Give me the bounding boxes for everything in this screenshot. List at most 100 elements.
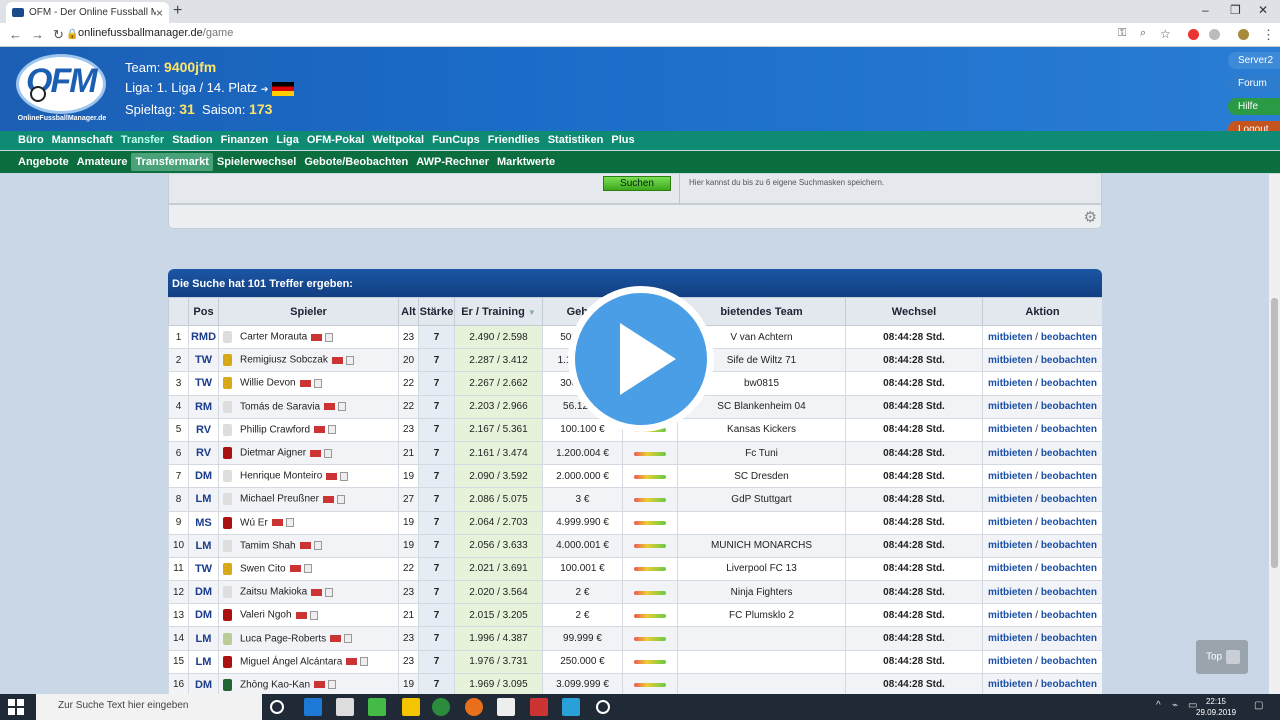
profile-avatar[interactable] bbox=[1238, 29, 1249, 40]
submenu-transfermarkt[interactable]: Transfermarkt bbox=[131, 153, 213, 171]
watch-link[interactable]: beobachten bbox=[1041, 517, 1097, 528]
browser-tab[interactable]: OFM - Der Online Fussball Mana... × bbox=[6, 2, 169, 23]
bid-link[interactable]: mitbieten bbox=[988, 378, 1032, 389]
watch-link[interactable]: beobachten bbox=[1041, 587, 1097, 598]
bidding-team[interactable]: Ninja Fighters bbox=[677, 580, 846, 605]
player-cell[interactable]: Phillip Crawford bbox=[218, 417, 399, 442]
menu-mannschaft[interactable]: Mannschaft bbox=[48, 131, 117, 150]
bidding-team[interactable]: Liverpool FC 13 bbox=[677, 556, 846, 582]
video-play-button[interactable] bbox=[568, 286, 714, 432]
menu-funcups[interactable]: FunCups bbox=[428, 131, 484, 150]
watch-link[interactable]: beobachten bbox=[1041, 679, 1097, 690]
gear-icon[interactable]: ⚙ bbox=[1084, 208, 1097, 226]
bidding-team[interactable] bbox=[677, 626, 846, 651]
col-er-training[interactable]: Er / Training ▼ bbox=[454, 297, 543, 326]
bid-link[interactable]: mitbieten bbox=[988, 610, 1032, 621]
edge-icon[interactable] bbox=[304, 698, 322, 716]
player-name[interactable]: Zhōng Kao-Kan bbox=[240, 680, 310, 691]
bid-link[interactable]: mitbieten bbox=[988, 656, 1032, 667]
menu-transfer[interactable]: Transfer bbox=[117, 131, 168, 150]
col-spieler[interactable]: Spieler bbox=[218, 297, 399, 326]
close-window-icon[interactable]: ✕ bbox=[1258, 3, 1268, 17]
bid-link[interactable]: mitbieten bbox=[988, 332, 1032, 343]
bookmark-star-icon[interactable]: ☆ bbox=[1160, 27, 1171, 41]
menu-stadion[interactable]: Stadion bbox=[168, 131, 216, 150]
player-cell[interactable]: Tomás de Saravia bbox=[218, 394, 399, 419]
player-name[interactable]: Carter Morauta bbox=[240, 332, 307, 343]
bidding-team[interactable]: SC Blankenheim 04 bbox=[677, 394, 846, 419]
note-icon[interactable] bbox=[303, 564, 312, 574]
player-name[interactable]: Dietmar Aigner bbox=[240, 448, 306, 459]
player-name[interactable]: Wú Er bbox=[240, 517, 268, 528]
note-icon[interactable] bbox=[285, 518, 294, 528]
bidding-team[interactable] bbox=[677, 510, 846, 535]
watch-link[interactable]: beobachten bbox=[1041, 563, 1097, 574]
player-name[interactable]: Henrique Monteiro bbox=[240, 471, 322, 482]
watch-link[interactable]: beobachten bbox=[1041, 471, 1097, 482]
forum-button[interactable]: Forum bbox=[1228, 75, 1280, 92]
windows-start-icon[interactable] bbox=[8, 699, 24, 715]
bid-link[interactable]: mitbieten bbox=[988, 355, 1032, 366]
player-name[interactable]: Tomás de Saravia bbox=[240, 401, 320, 412]
player-name[interactable]: Luca Page-Roberts bbox=[240, 633, 326, 644]
restore-icon[interactable]: ❐ bbox=[1230, 3, 1241, 17]
bid-link[interactable]: mitbieten bbox=[988, 448, 1032, 459]
bid-link[interactable]: mitbieten bbox=[988, 633, 1032, 644]
app2-icon[interactable] bbox=[530, 698, 548, 716]
watch-link[interactable]: beobachten bbox=[1041, 378, 1097, 389]
bidding-team[interactable] bbox=[677, 672, 846, 694]
explorer-icon[interactable] bbox=[402, 698, 420, 716]
bidding-team[interactable]: Fc Tuni bbox=[677, 440, 846, 466]
note-icon[interactable] bbox=[324, 448, 333, 458]
note-icon[interactable] bbox=[340, 471, 349, 481]
watch-link[interactable]: beobachten bbox=[1041, 401, 1097, 412]
menu-ofm-pokal[interactable]: OFM-Pokal bbox=[303, 131, 368, 150]
taskbar-search-input[interactable]: Zur Suche Text hier eingeben bbox=[36, 694, 262, 720]
bid-link[interactable]: mitbieten bbox=[988, 540, 1032, 551]
bidding-team[interactable]: FC Plumsklo 2 bbox=[677, 603, 846, 628]
taskbar-clock[interactable]: 22:15 29.09.2019 bbox=[1196, 696, 1236, 718]
new-tab-icon[interactable]: + bbox=[173, 2, 182, 20]
note-icon[interactable] bbox=[325, 587, 334, 597]
watch-link[interactable]: beobachten bbox=[1041, 424, 1097, 435]
player-cell[interactable]: Henrique Monteiro bbox=[218, 464, 399, 489]
note-icon[interactable] bbox=[328, 680, 337, 690]
bid-link[interactable]: mitbieten bbox=[988, 401, 1032, 412]
hilfe-button[interactable]: Hilfe bbox=[1228, 98, 1280, 115]
menu-friendlies[interactable]: Friendlies bbox=[484, 131, 544, 150]
player-cell[interactable]: Miguel Ángel Alcántara bbox=[218, 649, 399, 674]
server2-button[interactable]: Server2 bbox=[1228, 52, 1280, 69]
watch-link[interactable]: beobachten bbox=[1041, 633, 1097, 644]
obs-icon[interactable] bbox=[596, 700, 610, 714]
scroll-top-button[interactable]: Top bbox=[1196, 640, 1248, 674]
page-scrollbar[interactable] bbox=[1269, 174, 1280, 694]
bid-link[interactable]: mitbieten bbox=[988, 424, 1032, 435]
player-cell[interactable]: Michael Preußner bbox=[218, 487, 399, 512]
bid-link[interactable]: mitbieten bbox=[988, 563, 1032, 574]
note-icon[interactable] bbox=[360, 657, 369, 667]
col-alt[interactable]: Alt bbox=[398, 297, 419, 326]
note-icon[interactable] bbox=[345, 355, 354, 365]
player-name[interactable]: Miguel Ángel Alcántara bbox=[240, 656, 342, 667]
url-field[interactable]: onlinefussballmanager.de/game bbox=[78, 27, 233, 39]
submenu-marktwerte[interactable]: Marktwerte bbox=[493, 153, 559, 171]
menu-finanzen[interactable]: Finanzen bbox=[217, 131, 273, 150]
network-icon[interactable]: ⌁ bbox=[1172, 700, 1178, 711]
bidding-team[interactable] bbox=[677, 649, 846, 674]
player-name[interactable]: Tamim Shah bbox=[240, 540, 296, 551]
submenu-gebote-beobachten[interactable]: Gebote/Beobachten bbox=[300, 153, 412, 171]
menu-weltpokal[interactable]: Weltpokal bbox=[368, 131, 428, 150]
opera-extension-icon[interactable] bbox=[1188, 29, 1199, 40]
player-cell[interactable]: Swen Cito bbox=[218, 556, 399, 582]
reload-icon[interactable]: ↻ bbox=[53, 27, 64, 43]
player-cell[interactable]: Wú Er bbox=[218, 510, 399, 535]
player-cell[interactable]: Remigiusz Sobczak bbox=[218, 348, 399, 373]
back-icon[interactable]: ← bbox=[9, 27, 22, 42]
chrome-icon[interactable] bbox=[432, 698, 450, 716]
player-cell[interactable]: Valeri Ngoh bbox=[218, 603, 399, 628]
menu-dots-icon[interactable]: ⋮ bbox=[1262, 27, 1275, 43]
firefox-icon[interactable] bbox=[465, 698, 483, 716]
app3-icon[interactable] bbox=[562, 698, 580, 716]
watch-link[interactable]: beobachten bbox=[1041, 332, 1097, 343]
app-icon[interactable] bbox=[497, 698, 515, 716]
